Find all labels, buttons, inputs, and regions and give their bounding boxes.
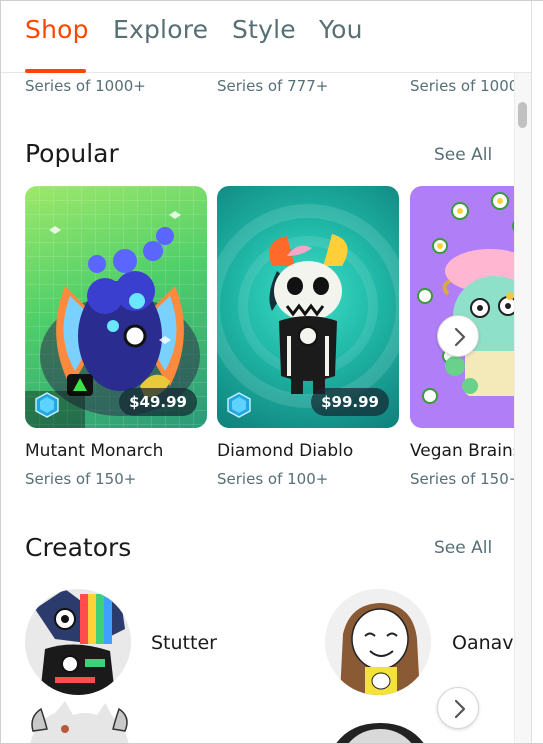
previous-row-captions: Series of 1000+ Series of 777+ Series of… (25, 75, 514, 99)
stutter-avatar-art (25, 589, 131, 695)
series-caption: Series of 1000 (410, 77, 514, 95)
price-badge: $49.99 (119, 388, 197, 416)
popular-captions: Mutant Monarch Series of 150+ Diamond Di… (25, 439, 514, 493)
window-edge (531, 1, 543, 743)
scrollbar-track[interactable] (514, 73, 531, 743)
scrollbar-thumb[interactable] (518, 102, 527, 128)
card-image-mutant-monarch[interactable]: $49.99 (25, 186, 207, 428)
card-name[interactable]: Vegan Brains (410, 441, 514, 461)
creator-avatar-partial[interactable] (325, 721, 435, 744)
avatar[interactable] (325, 589, 431, 695)
creator-name[interactable]: Oanav (452, 632, 514, 654)
chevron-right-icon (454, 699, 466, 719)
series-caption: Series of 100+ (217, 470, 329, 488)
tab-style[interactable]: Style (232, 15, 296, 44)
series-caption: Series of 777+ (217, 77, 329, 95)
creator-avatar-partial[interactable] (25, 701, 135, 744)
tab-you[interactable]: You (319, 15, 363, 44)
series-caption: Series of 1000+ (25, 77, 146, 95)
creators-see-all-link[interactable]: See All (434, 538, 492, 558)
section-title-creators: Creators (25, 533, 132, 562)
chevron-right-icon (454, 327, 466, 347)
popular-next-button[interactable] (437, 315, 479, 357)
popular-see-all-link[interactable]: See All (434, 145, 492, 165)
card-image-vegan-brains[interactable] (410, 186, 514, 428)
series-caption: Series of 150+ (25, 470, 137, 488)
series-caption: Series of 150+ (410, 470, 514, 488)
card-image-diamond-diablo[interactable]: $99.99 (217, 186, 399, 428)
creator-name[interactable]: Stutter (151, 632, 217, 654)
card-name[interactable]: Diamond Diablo (217, 441, 353, 461)
tab-explore[interactable]: Explore (113, 15, 208, 44)
price-badge: $99.99 (311, 388, 389, 416)
oanav-avatar-art (325, 589, 431, 695)
creators-next-button[interactable] (437, 687, 479, 729)
top-navigation: Shop Explore Style You (1, 1, 531, 73)
popular-carousel: $49.99 $99.99 (25, 186, 514, 428)
gem-icon (35, 392, 59, 418)
gem-icon (227, 392, 251, 418)
card-name[interactable]: Mutant Monarch (25, 441, 163, 461)
app-window: Shop Explore Style You Series of 1000+ S… (0, 0, 543, 744)
avatar[interactable] (25, 589, 131, 695)
section-title-popular: Popular (25, 139, 119, 168)
tab-shop[interactable]: Shop (25, 15, 89, 44)
vegan-brains-artwork (417, 192, 514, 404)
active-tab-indicator (25, 69, 86, 73)
